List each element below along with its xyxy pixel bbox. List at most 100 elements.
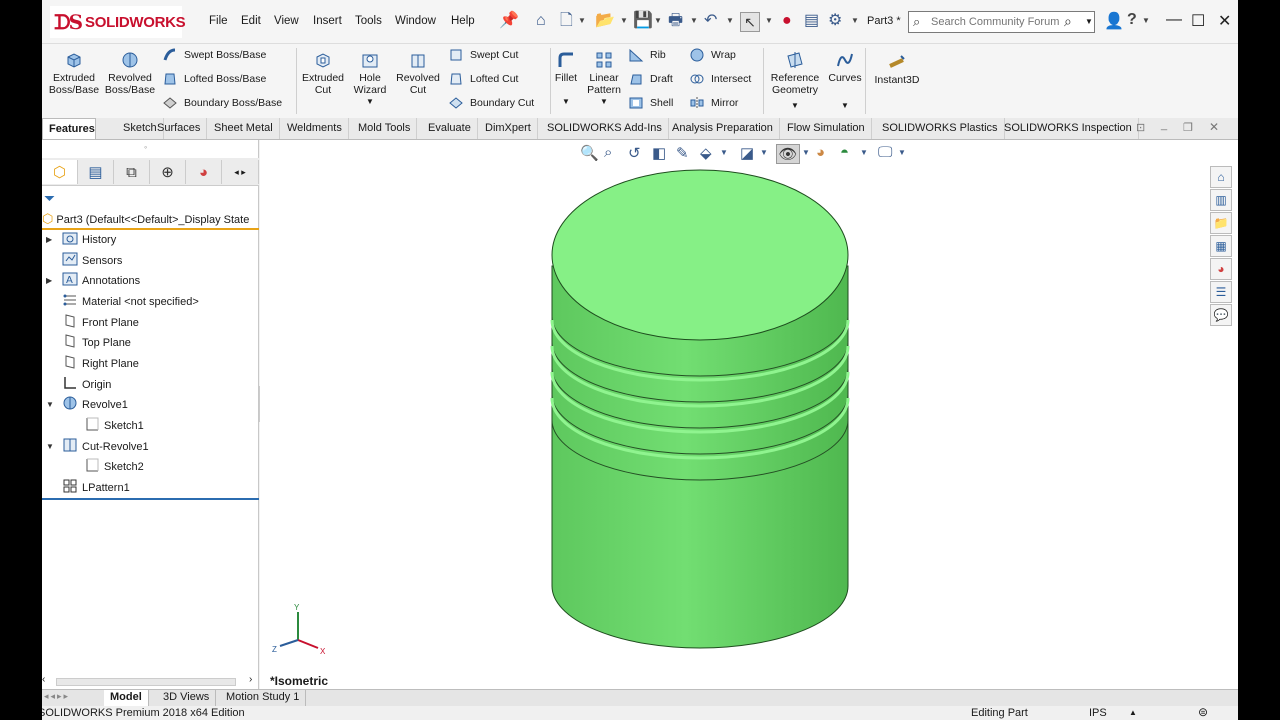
design-library-icon[interactable]: ▥ [1210, 189, 1232, 211]
collapse-arrow-icon[interactable]: ▼ [46, 437, 54, 457]
scrollbar-thumb[interactable] [56, 678, 236, 686]
restore-panel-icon[interactable]: ⊡ [1136, 121, 1145, 134]
tab-scroll-arrows-icon[interactable]: ◂◂▸▸ [44, 691, 70, 702]
cylinder-model[interactable] [530, 166, 860, 666]
pane-scroll-arrows-icon[interactable]: ◂ ▸ [222, 160, 259, 184]
revolved-cut-button[interactable]: Revolved Cut [394, 50, 442, 96]
rollback-bar[interactable] [42, 498, 259, 500]
minimize-icon[interactable]: — [1166, 11, 1182, 29]
tree-item-origin[interactable]: Origin [62, 375, 111, 395]
graphics-area[interactable]: 🔍 ⌕ ↺ ◧ ✎ ⬙ ▼ ◪ ▼ 👁 ▼ ◕ ◓ ▼ 🖵 ▼ ⌂ ▥ 📁 ▦ … [260, 140, 1238, 692]
edit-appearance-icon[interactable]: ◕ [816, 144, 825, 161]
tab-surfaces[interactable]: Surfaces [151, 118, 208, 139]
doc-restore-icon[interactable]: ❐ [1183, 121, 1193, 134]
feature-manager-tab-icon[interactable]: ⬡ [42, 160, 78, 184]
scroll-left-icon[interactable]: ‹ [42, 674, 45, 685]
tab-solidworks-plastics[interactable]: SOLIDWORKS Plastics [876, 118, 1005, 139]
draft-button[interactable]: Draft [628, 70, 673, 88]
search-input[interactable] [931, 14, 1061, 30]
collapse-arrow-icon[interactable]: ▼ [46, 395, 54, 415]
status-bar-options-icon[interactable]: ⊜ [1198, 705, 1208, 719]
curves-button[interactable]: Curves ▼ [826, 50, 864, 112]
rebuild-traffic-light-icon[interactable]: ● [782, 12, 792, 30]
chevron-down-icon[interactable]: ▼ [720, 148, 728, 157]
chevron-down-icon[interactable]: ▼ [690, 16, 698, 25]
menu-insert[interactable]: Insert [313, 15, 342, 27]
print-icon[interactable]: 🖶 [668, 12, 683, 30]
chevron-down-icon[interactable]: ▼ [766, 100, 824, 112]
tree-item-top-plane[interactable]: Top Plane [62, 333, 131, 353]
fillet-button[interactable]: Fillet ▼ [552, 50, 580, 108]
expand-arrow-icon[interactable]: ▶ [46, 230, 52, 250]
chevron-down-icon[interactable]: ▼ [552, 96, 580, 108]
chevron-down-icon[interactable]: ▼ [898, 148, 906, 157]
reference-geometry-button[interactable]: Reference Geometry ▼ [766, 50, 824, 112]
section-view-icon[interactable]: ◧ [652, 144, 666, 162]
tab-features[interactable]: Features [42, 118, 96, 139]
display-manager-tab-icon[interactable]: ◕ [186, 160, 222, 184]
extruded-boss-button[interactable]: Extruded Boss/Base [46, 50, 102, 96]
boundary-boss-button[interactable]: Boundary Boss/Base [162, 94, 282, 112]
tab-dimxpert[interactable]: DimXpert [479, 118, 538, 139]
chevron-down-icon[interactable]: ▼ [726, 16, 734, 25]
intersect-button[interactable]: Intersect [689, 70, 751, 88]
scroll-right-icon[interactable]: › [249, 674, 252, 685]
property-manager-tab-icon[interactable]: ▤ [78, 160, 114, 184]
swept-cut-button[interactable]: Swept Cut [448, 46, 518, 64]
dynamic-annotation-icon[interactable]: ✎ [676, 144, 689, 162]
solidworks-logo[interactable]: ᗪS SOLIDWORKS [50, 6, 186, 38]
save-icon[interactable]: 💾 [633, 12, 653, 30]
tree-item-material[interactable]: Material <not specified> [62, 292, 199, 312]
tab-motion-study-1[interactable]: Motion Study 1 [220, 690, 307, 706]
tree-item-front-plane[interactable]: Front Plane [62, 313, 139, 333]
tab-evaluate[interactable]: Evaluate [422, 118, 478, 139]
tree-item-lpattern1[interactable]: LPattern1 [62, 478, 130, 498]
options-gear-icon[interactable]: ⚙ [828, 12, 842, 30]
new-document-icon[interactable]: 🗋 [560, 12, 573, 30]
view-settings-icon[interactable]: 🖵 [878, 144, 892, 161]
tree-item-revolve1[interactable]: ▼ Revolve1 [46, 395, 128, 415]
tree-item-sketch1[interactable]: Sketch1 [84, 416, 144, 436]
tree-root-part[interactable]: ⬡ Part3 (Default<<Default>_Display State [42, 210, 259, 230]
pane-grip-icon[interactable]: ◦ [144, 142, 147, 152]
tree-item-cut-revolve1[interactable]: ▼ Cut-Revolve1 [46, 437, 149, 457]
tab-solidworks-inspection[interactable]: SOLIDWORKS Inspection [998, 118, 1139, 139]
hide-show-items-icon[interactable]: 👁 [776, 144, 800, 164]
appearances-icon[interactable]: ◕ [1210, 258, 1232, 280]
shell-button[interactable]: Shell [628, 94, 673, 112]
menu-view[interactable]: View [274, 15, 299, 27]
display-style-icon[interactable]: ◪ [740, 144, 754, 162]
search-box[interactable]: ⌕ ⌕ ▼ [908, 11, 1095, 33]
configuration-manager-tab-icon[interactable]: ⧉ [114, 160, 150, 184]
chevron-down-icon[interactable]: ▼ [348, 96, 392, 108]
chevron-down-icon[interactable]: ▼ [765, 16, 773, 25]
wrap-button[interactable]: Wrap [689, 46, 736, 64]
doc-close-icon[interactable]: ✕ [1209, 120, 1219, 134]
mirror-button[interactable]: Mirror [689, 94, 738, 112]
home-icon[interactable]: ⌂ [536, 12, 546, 30]
revolved-boss-button[interactable]: Revolved Boss/Base [104, 50, 156, 96]
chevron-down-icon[interactable]: ▼ [584, 96, 624, 108]
doc-minimize-icon[interactable]: _ [1161, 119, 1167, 131]
tree-item-annotations[interactable]: ▶ A Annotations [46, 271, 140, 291]
chevron-down-icon[interactable]: ▼ [578, 16, 586, 25]
previous-view-icon[interactable]: ↺ [628, 144, 641, 162]
select-cursor-icon[interactable]: ↖ [740, 12, 760, 32]
search-icon[interactable]: ⌕ [1064, 13, 1072, 30]
lofted-boss-button[interactable]: Lofted Boss/Base [162, 70, 266, 88]
chevron-down-icon[interactable]: ▼ [1142, 16, 1150, 25]
tree-item-right-plane[interactable]: Right Plane [62, 354, 139, 374]
boundary-cut-button[interactable]: Boundary Cut [448, 94, 534, 112]
filter-icon[interactable]: ⏷ [44, 190, 55, 207]
menu-window[interactable]: Window [395, 15, 436, 27]
lofted-cut-button[interactable]: Lofted Cut [448, 70, 518, 88]
zoom-to-fit-icon[interactable]: 🔍 [580, 144, 599, 162]
zoom-to-area-icon[interactable]: ⌕ [604, 144, 612, 161]
maximize-icon[interactable]: ☐ [1191, 11, 1205, 31]
search-scope-icon[interactable]: ⌕ [913, 14, 920, 30]
view-orientation-icon[interactable]: ⬙ [700, 144, 712, 162]
menu-file[interactable]: File [209, 15, 228, 27]
tab-mold-tools[interactable]: Mold Tools [352, 118, 418, 139]
menu-tools[interactable]: Tools [355, 15, 382, 27]
open-folder-icon[interactable]: 📂 [595, 12, 615, 30]
